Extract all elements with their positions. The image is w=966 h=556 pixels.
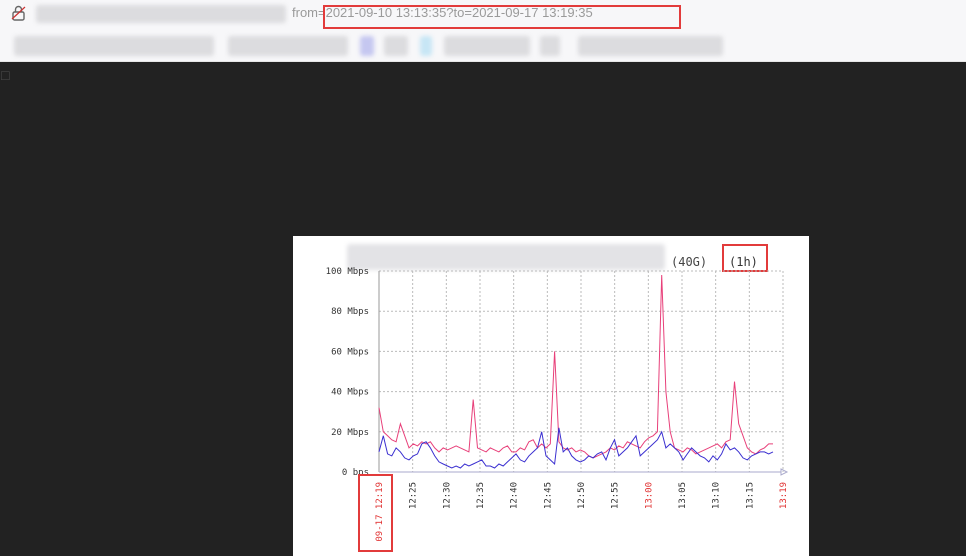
x-tick-label: 12:40 xyxy=(510,482,520,509)
bookmark-item[interactable] xyxy=(444,36,530,56)
series-line-1 xyxy=(378,427,774,469)
address-bar[interactable]: from=2021-09-10 13:13:35?to=2021-09-17 1… xyxy=(0,0,966,30)
bookmarks-bar: ☐ xyxy=(0,32,966,83)
bookmark-item[interactable] xyxy=(14,36,214,56)
lock-icon[interactable] xyxy=(10,4,28,22)
url-redacted xyxy=(36,5,286,23)
bookmark-item[interactable] xyxy=(578,36,723,56)
bookmark-item[interactable] xyxy=(420,36,432,56)
bookmark-item[interactable] xyxy=(228,36,348,56)
browser-chrome: from=2021-09-10 13:13:35?to=2021-09-17 1… xyxy=(0,0,966,83)
y-tick-label: 60 Mbps xyxy=(331,347,369,357)
url-highlight-box xyxy=(323,5,681,29)
x-tick-label: 12:50 xyxy=(577,482,587,509)
bookmark-item[interactable] xyxy=(360,36,374,56)
x-tick-label: 13:00 xyxy=(644,482,654,509)
series-line-0 xyxy=(378,274,773,459)
start-time-highlight-box xyxy=(358,474,393,552)
bookmark-item[interactable] xyxy=(540,36,560,56)
x-axis-arrow xyxy=(780,468,789,476)
y-tick-label: 20 Mbps xyxy=(331,428,369,438)
bookmark-item[interactable] xyxy=(384,36,408,56)
x-tick-label: 12:30 xyxy=(442,482,452,509)
x-tick-label: 13:15 xyxy=(745,482,755,509)
x-tick-label: 12:55 xyxy=(611,482,621,509)
y-tick-label: 40 Mbps xyxy=(331,388,369,398)
x-tick-label: 12:25 xyxy=(409,482,419,509)
graph-panel: (40G) (1h) 100 Mbps 80 Mbps 60 Mbps 40 Mbps… xyxy=(293,236,809,556)
y-tick-label: 80 Mbps xyxy=(331,307,369,317)
x-tick-label: 13:10 xyxy=(712,482,722,509)
bookmark-icon[interactable]: ☐ xyxy=(0,69,11,83)
x-tick-label: 12:45 xyxy=(543,482,553,509)
x-tick-label: 12:35 xyxy=(476,482,486,509)
x-tick-label: 13:19 xyxy=(779,482,789,509)
y-tick-label: 100 Mbps xyxy=(326,267,369,277)
x-tick-label: 13:05 xyxy=(678,482,688,509)
